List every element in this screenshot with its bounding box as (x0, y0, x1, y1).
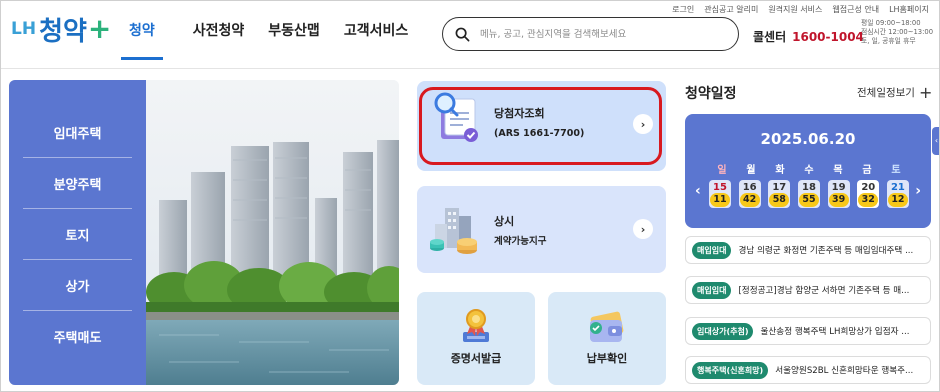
hours-closed: 토, 일, 공휴일 휴무 (861, 37, 916, 45)
contract-card-subtitle: 계약가능지구 (494, 236, 547, 247)
calendar-day-row: 15 11 16 42 17 58 18 55 19 39 20 32 21 12 (709, 180, 909, 208)
nav-item-customer-service[interactable]: 고객서비스 (332, 1, 420, 59)
notice-item[interactable]: 매입임대 [정정공고]경남 함양군 서하면 기존주택 등 매... (685, 276, 931, 304)
logo-lh-text: LH (11, 19, 37, 39)
notice-item[interactable]: 행복주택(신혼희망) 서울양원S2BL 신혼희망타운 행복주... (685, 356, 931, 384)
weekday-header: 일 월 화 수 목 금 토 (709, 161, 909, 176)
calendar-day[interactable]: 19 39 (827, 180, 850, 208)
nav-item-pre-subscription[interactable]: 사전청약 (181, 1, 257, 59)
calendar-day[interactable]: 16 42 (738, 180, 761, 208)
weekday-label: 화 (775, 165, 785, 176)
schedule-title: 청약일정 (685, 86, 737, 102)
housing-type-menu: 임대주택 분양주택 토지 상가 주택매도 (9, 80, 146, 385)
notice-category-badge: 행복주택(신혼희망) (692, 361, 769, 379)
weekday-label: 금 (862, 165, 872, 176)
util-link-remote-support[interactable]: 원격지원 서비스 (768, 4, 822, 15)
notice-item[interactable]: 임대상가(추첨) 울산송정 행복주택 LH희망상가 입점자 ... (685, 317, 931, 345)
weekday-label: 목 (833, 165, 843, 176)
notice-item[interactable]: 매입임대 경남 의령군 화정면 기존주택 등 매입임대주택 ... (685, 236, 931, 264)
buildings-coins-icon (430, 208, 477, 254)
notice-title: [정정공고]경남 함양군 서하면 기존주택 등 매... (738, 286, 910, 296)
notice-title: 울산송정 행복주택 LH희망상가 입점자 ... (760, 327, 910, 337)
menu-item-land[interactable]: 토지 (23, 209, 132, 260)
page-frame: LH 청약 + 청약 사전청약 부동산맵 고객서비스 로그인 관심공고 알리미 … (0, 0, 940, 392)
callcenter-hours: 평일 09:00~18:00 점심시간 12:00~13:00 토, 일, 공휴… (861, 19, 933, 46)
day-count-badge: 11 (710, 193, 730, 207)
certificate-issue-label: 증명서발급 (450, 352, 502, 365)
day-count-badge: 39 (828, 193, 849, 207)
utility-links: 로그인 관심공고 알리미 원격지원 서비스 웹접근성 안내 LH홈페이지 (672, 4, 929, 15)
menu-item-housing-sale[interactable]: 주택매도 (23, 311, 132, 362)
weekday-label: 월 (746, 165, 756, 176)
weekday-label: 수 (804, 165, 814, 176)
callcenter-label: 콜센터 (753, 30, 787, 44)
calendar-next-button[interactable]: › (915, 183, 921, 199)
lh-logo[interactable]: LH 청약 + (11, 12, 112, 47)
contract-card-arrow-icon[interactable]: › (633, 219, 653, 239)
plus-icon: + (918, 82, 933, 102)
nav-item-subscription[interactable]: 청약 (117, 1, 167, 60)
search-input[interactable] (480, 28, 720, 40)
weekday-label: 토 (891, 165, 901, 176)
util-link-lh-homepage[interactable]: LH홈페이지 (889, 4, 929, 15)
hours-weekday: 평일 09:00~18:00 (861, 19, 921, 27)
logo-main-text: 청약 (39, 16, 87, 47)
winner-lookup-card[interactable]: 당첨자조회 (ARS 1661-7700) › (417, 81, 666, 171)
notice-category-badge: 매입임대 (692, 281, 732, 299)
weekday-label: 일 (717, 165, 727, 176)
view-all-label: 전체일정보기 (857, 87, 915, 99)
notice-category-badge: 매입임대 (692, 241, 732, 259)
notice-category-badge: 임대상가(추첨) (692, 322, 754, 340)
logo-plus-icon: + (87, 12, 112, 45)
calendar-prev-button[interactable]: ‹ (695, 183, 701, 199)
calendar-day[interactable]: 21 12 (886, 180, 909, 208)
calendar-day[interactable]: 15 11 (709, 180, 731, 208)
calendar-day[interactable]: 18 55 (797, 180, 820, 208)
notice-title: 서울양원S2BL 신혼희망타운 행복주... (775, 366, 914, 376)
day-count-badge: 55 (798, 193, 819, 207)
calendar-current-date: 2025.06.20 (760, 130, 856, 148)
day-count-badge: 42 (739, 193, 760, 207)
schedule-calendar: 2025.06.20 일 월 화 수 목 금 토 ‹ › 15 11 16 42 1… (685, 114, 931, 228)
side-panel-toggle-icon[interactable]: ‹ (932, 127, 939, 155)
callcenter-number: 1600-1004 (792, 30, 864, 44)
contract-card-title: 상시 (494, 215, 515, 228)
contract-available-card[interactable]: 상시 계약가능지구 › (417, 186, 666, 273)
callcenter: 콜센터 1600-1004 (753, 28, 864, 45)
search-box (442, 17, 739, 51)
day-count-badge: 58 (769, 193, 790, 207)
menu-item-sale-housing[interactable]: 분양주택 (23, 158, 132, 209)
payment-check-card[interactable]: 납부확인 (548, 292, 666, 385)
search-icon[interactable] (455, 27, 470, 42)
hours-lunch: 점심시간 12:00~13:00 (861, 28, 934, 36)
menu-item-rental-housing[interactable]: 임대주택 (23, 107, 132, 158)
nav-item-real-estate-map[interactable]: 부동산맵 (256, 1, 332, 59)
wallet-card-icon (590, 311, 624, 342)
util-link-notice-alarm[interactable]: 관심공고 알리미 (704, 4, 758, 15)
calendar-day[interactable]: 17 58 (768, 180, 791, 208)
site-header: LH 청약 + 청약 사전청약 부동산맵 고객서비스 로그인 관심공고 알리미 … (1, 1, 939, 69)
calendar-day-today[interactable]: 20 32 (857, 180, 880, 208)
day-count-badge: 32 (858, 193, 879, 207)
util-link-accessibility[interactable]: 웹접근성 안내 (832, 4, 879, 15)
view-all-schedule-link[interactable]: 전체일정보기 + (857, 82, 933, 102)
highlight-outline (419, 87, 662, 165)
main-nav: 청약 사전청약 부동산맵 고객서비스 (117, 1, 420, 60)
menu-item-commercial[interactable]: 상가 (23, 260, 132, 311)
day-count-badge: 12 (887, 193, 908, 207)
util-link-login[interactable]: 로그인 (672, 4, 694, 15)
certificate-issue-card[interactable]: 증명서발급 (417, 292, 535, 385)
certificate-medal-icon (463, 309, 489, 342)
payment-check-label: 납부확인 (586, 352, 628, 365)
notice-title: 경남 의령군 화정면 기존주택 등 매입임대주택 ... (738, 246, 914, 256)
